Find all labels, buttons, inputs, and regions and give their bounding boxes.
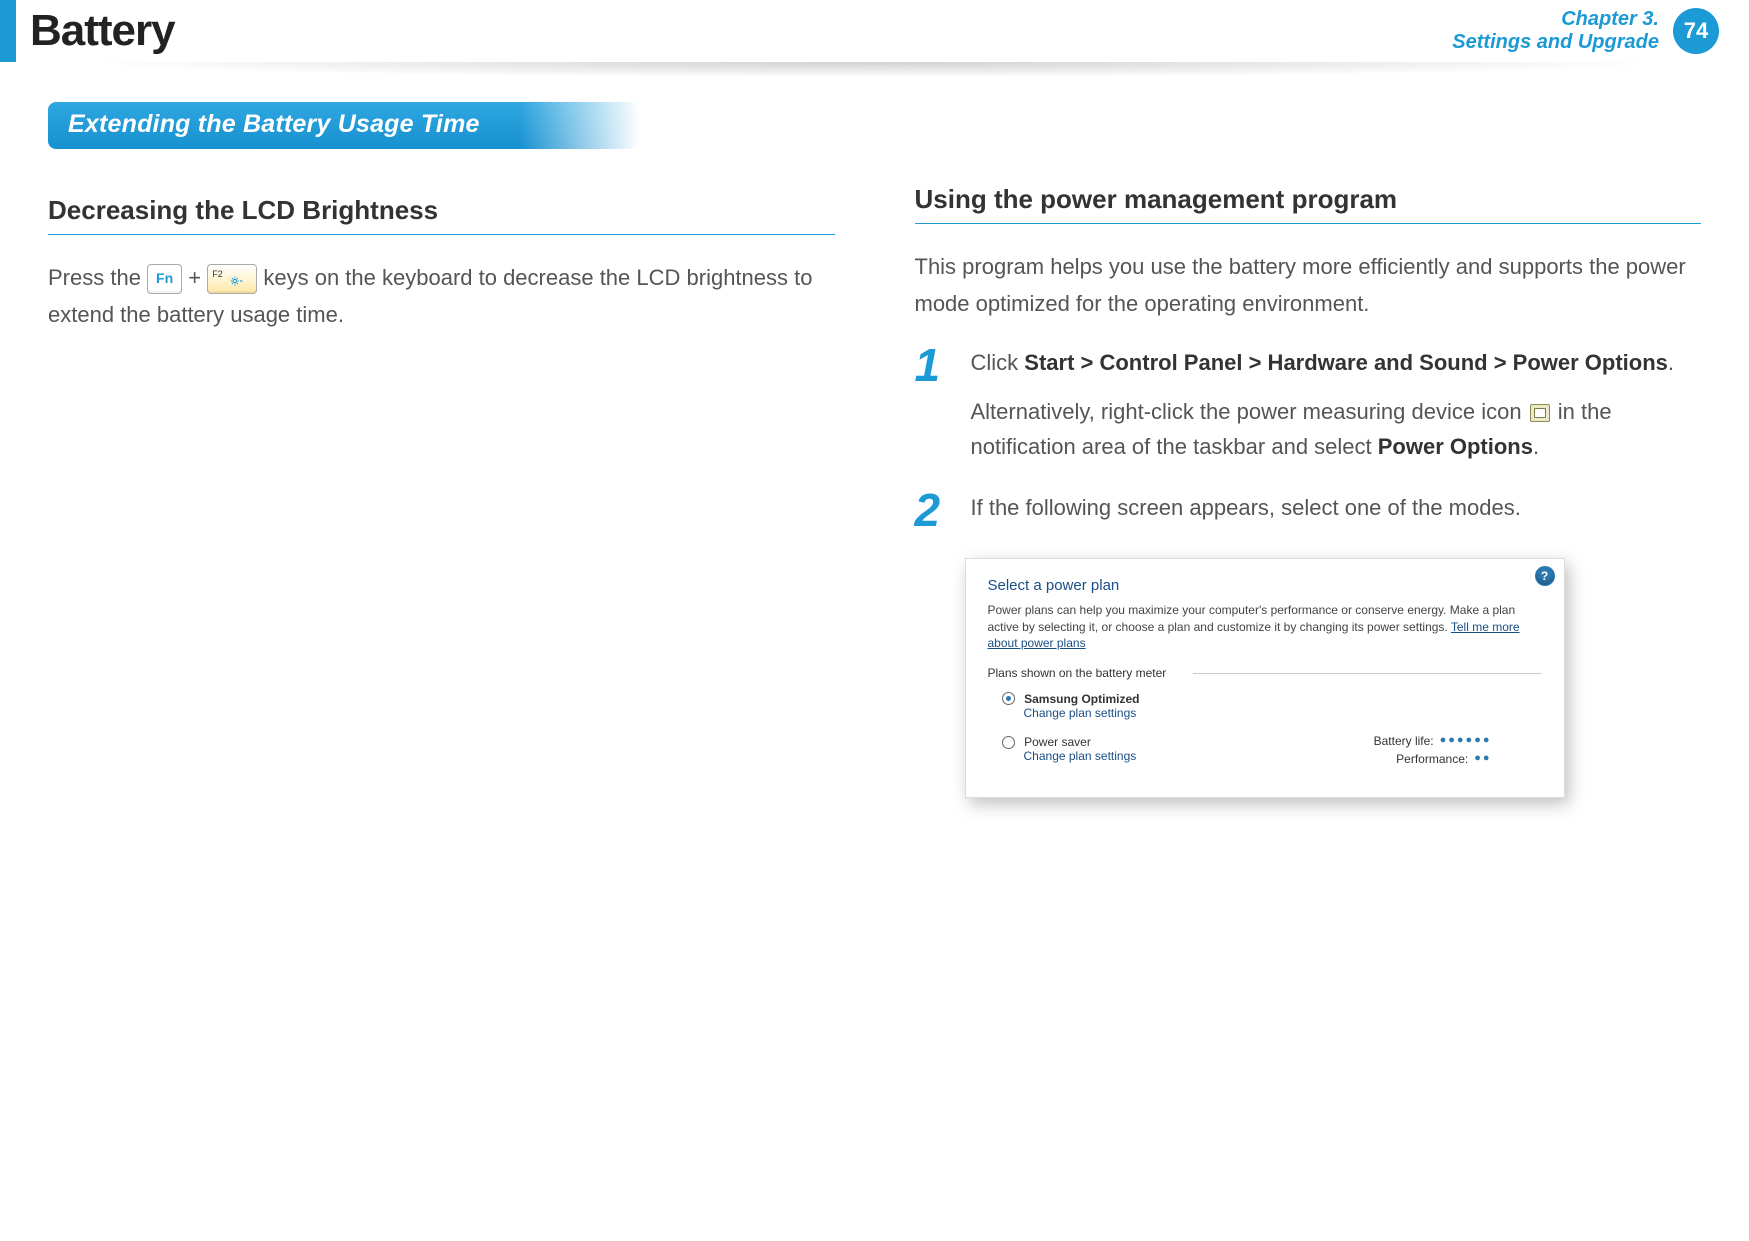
f2-brightness-key-icon: F2 (207, 264, 257, 294)
step-2-number: 2 (915, 490, 953, 531)
lcd-paragraph: Press the Fn + F2 keys on the keyboard t… (48, 259, 835, 334)
chapter-line-1: Chapter 3. (1452, 8, 1659, 31)
step-1-number: 1 (915, 345, 953, 465)
power-intro: This program helps you use the battery m… (915, 248, 1702, 323)
pp-meters: Battery life: ●●●●●● Performance: ●● (1312, 732, 1492, 768)
spacer (915, 102, 1702, 184)
plan-name-powersaver: Power saver (1024, 735, 1091, 749)
f2-label: F2 (212, 267, 223, 282)
subheading-power: Using the power management program (915, 184, 1702, 224)
right-column: Using the power management program This … (915, 102, 1702, 798)
pp-title: Select a power plan (988, 577, 1542, 594)
performance-row: Performance: ●● (1312, 750, 1492, 768)
page-header: Battery Chapter 3. Settings and Upgrade … (0, 0, 1749, 62)
text-plus: + (188, 265, 207, 290)
battery-life-row: Battery life: ●●●●●● (1312, 732, 1492, 750)
fn-key-icon: Fn (147, 264, 182, 294)
text-pre: Press the (48, 265, 147, 290)
pp-plan-samsung: Samsung Optimized Change plan settings (1002, 690, 1542, 720)
step-1-body: Click Start > Control Panel > Hardware a… (971, 345, 1702, 465)
step1b-post: . (1533, 434, 1539, 459)
performance-label: Performance: (1396, 750, 1468, 768)
brightness-down-icon (229, 272, 243, 286)
change-plan-settings-samsung[interactable]: Change plan settings (1024, 706, 1542, 720)
performance-dots: ●● (1474, 750, 1491, 768)
content-area: Extending the Battery Usage Time Decreas… (0, 62, 1749, 798)
step-1: 1 Click Start > Control Panel > Hardware… (915, 345, 1702, 465)
radio-samsung-optimized[interactable] (1002, 692, 1015, 705)
subheading-lcd: Decreasing the LCD Brightness (48, 195, 835, 235)
section-heading-bar: Extending the Battery Usage Time (48, 102, 638, 149)
step-2-text: If the following screen appears, select … (971, 490, 1521, 525)
pp-plan-powersaver: Power saver Change plan settings Battery… (1002, 734, 1542, 764)
chapter-line-2: Settings and Upgrade (1452, 31, 1659, 54)
step-2-body: If the following screen appears, select … (971, 490, 1521, 531)
help-icon[interactable]: ? (1536, 567, 1554, 585)
power-meter-icon (1530, 404, 1550, 422)
power-options-window: ? Select a power plan Power plans can he… (965, 558, 1565, 799)
chapter-block: Chapter 3. Settings and Upgrade 74 (1452, 8, 1719, 54)
step-1-line-1: Click Start > Control Panel > Hardware a… (971, 345, 1702, 380)
battery-life-label: Battery life: (1374, 732, 1434, 750)
header-accent-bar (0, 0, 16, 62)
step1-post: . (1668, 350, 1674, 375)
plan-name-samsung: Samsung Optimized (1024, 692, 1139, 706)
step1-pre: Click (971, 350, 1025, 375)
chapter-text: Chapter 3. Settings and Upgrade (1452, 8, 1659, 54)
step-1-line-2: Alternatively, right-click the power mea… (971, 394, 1702, 464)
step1-path: Start > Control Panel > Hardware and Sou… (1024, 350, 1668, 375)
pp-group-label: Plans shown on the battery meter (988, 666, 1542, 680)
left-column: Extending the Battery Usage Time Decreas… (48, 102, 835, 798)
page-number-badge: 74 (1673, 8, 1719, 54)
battery-life-dots: ●●●●●● (1440, 732, 1492, 750)
radio-power-saver[interactable] (1002, 736, 1015, 749)
page-title: Battery (30, 6, 175, 56)
pp-description: Power plans can help you maximize your c… (988, 602, 1542, 652)
step1b-pre: Alternatively, right-click the power mea… (971, 399, 1528, 424)
pp-desc-text: Power plans can help you maximize your c… (988, 603, 1516, 634)
step1b-bold: Power Options (1378, 434, 1533, 459)
step-2: 2 If the following screen appears, selec… (915, 490, 1702, 531)
